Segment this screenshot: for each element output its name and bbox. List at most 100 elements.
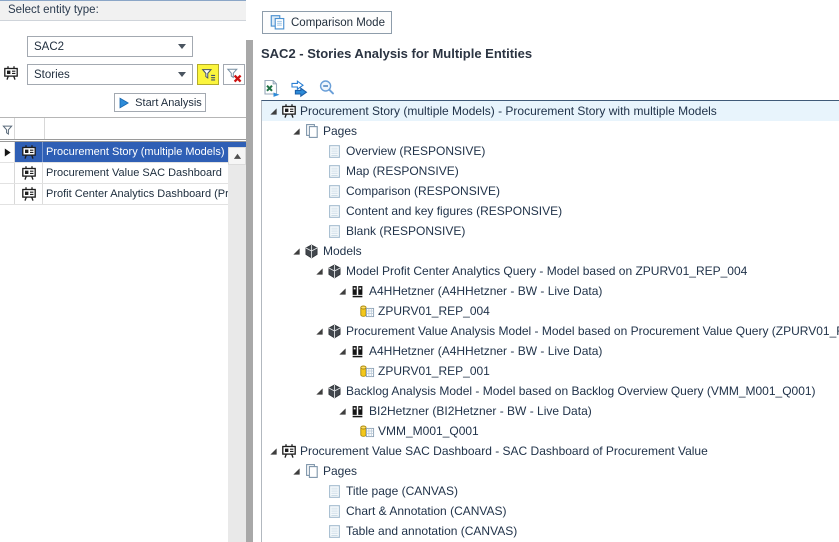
entity-row-label: Procurement Value SAC Dashboard — [43, 167, 222, 179]
transfer-icon — [290, 79, 309, 98]
expander-icon[interactable] — [335, 344, 349, 358]
story-icon — [15, 163, 43, 183]
expander-icon[interactable] — [266, 104, 280, 118]
export-excel-icon — [262, 79, 281, 98]
zoom-out-icon — [318, 79, 336, 97]
list-scrollbar[interactable] — [228, 147, 246, 542]
start-analysis-label: Start Analysis — [135, 97, 202, 109]
expander-icon[interactable] — [312, 384, 326, 398]
expander-spacer — [312, 224, 326, 238]
tree-item[interactable]: Map (RESPONSIVE) — [262, 161, 839, 181]
tree-item[interactable]: Chart & Annotation (CANVAS) — [262, 501, 839, 521]
scroll-up-button[interactable] — [228, 147, 246, 165]
filter-edit-button[interactable] — [197, 64, 219, 85]
tree-item[interactable]: VMM_M001_Q001 — [262, 421, 839, 441]
row-indicator — [0, 142, 15, 162]
expander-icon[interactable] — [289, 464, 303, 478]
filter-funnel-icon[interactable] — [0, 118, 15, 139]
page-icon — [326, 183, 343, 199]
filter-edit-icon — [201, 67, 216, 82]
tree-item[interactable]: Procurement Value SAC Dashboard - SAC Da… — [262, 441, 839, 461]
expander-spacer — [312, 164, 326, 178]
query-icon — [358, 423, 375, 439]
tree-item-label: Map (RESPONSIVE) — [346, 164, 459, 178]
tree-item-label: A4HHetzner (A4HHetzner - BW - Live Data) — [369, 284, 602, 298]
expander-spacer — [312, 484, 326, 498]
tree-item-label: Pages — [323, 124, 357, 138]
comparison-mode-button[interactable]: Comparison Mode — [262, 11, 392, 34]
entity-list: Procurement Story (multiple Models) Procu… — [0, 118, 246, 205]
query-icon — [358, 363, 375, 379]
tree-item[interactable]: Blank (RESPONSIVE) — [262, 221, 839, 241]
tree-item[interactable]: ZPURV01_REP_001 — [262, 361, 839, 381]
page-icon — [326, 143, 343, 159]
tree-item[interactable]: BI2Hetzner (BI2Hetzner - BW - Live Data) — [262, 401, 839, 421]
tree-item-label: Procurement Value Analysis Model - Model… — [346, 324, 839, 338]
entity-list-row[interactable]: Procurement Story (multiple Models) — [0, 142, 246, 163]
model-icon — [326, 263, 343, 279]
page-icon — [326, 523, 343, 539]
filter-cell[interactable] — [15, 118, 45, 139]
entity-type-value: SAC2 — [34, 41, 64, 53]
model-icon — [326, 383, 343, 399]
query-icon — [358, 303, 375, 319]
pages-icon — [303, 123, 320, 139]
entity-list-row[interactable]: Profit Center Analytics Dashboard (Pr — [0, 184, 246, 205]
panel-splitter[interactable] — [246, 40, 253, 542]
tree-item[interactable]: Title page (CANVAS) — [262, 481, 839, 501]
tree-item-label: A4HHetzner (A4HHetzner - BW - Live Data) — [369, 344, 602, 358]
expander-spacer — [312, 204, 326, 218]
tree-item-label: VMM_M001_Q001 — [378, 424, 479, 438]
tree-item-label: Overview (RESPONSIVE) — [346, 144, 485, 158]
tree-item[interactable]: Pages — [262, 121, 839, 141]
tree-item-label: ZPURV01_REP_001 — [378, 364, 490, 378]
expander-icon[interactable] — [312, 324, 326, 338]
start-analysis-button[interactable]: Start Analysis — [114, 93, 206, 112]
tree-item[interactable]: ZPURV01_REP_004 — [262, 301, 839, 321]
tree-item[interactable]: Models — [262, 241, 839, 261]
tree-item-label: BI2Hetzner (BI2Hetzner - BW - Live Data) — [369, 404, 592, 418]
expander-icon[interactable] — [335, 284, 349, 298]
tree-item-label: Chart & Annotation (CANVAS) — [346, 504, 507, 518]
analysis-tree: Procurement Story (multiple Models) - Pr… — [261, 100, 839, 542]
export-excel-button[interactable] — [261, 78, 281, 98]
expander-icon[interactable] — [266, 444, 280, 458]
tree-item[interactable]: Pages — [262, 461, 839, 481]
expander-icon[interactable] — [312, 264, 326, 278]
entity-type-combo[interactable]: SAC2 — [27, 36, 193, 57]
expander-icon[interactable] — [335, 404, 349, 418]
pages-icon — [303, 463, 320, 479]
grid-filter-row[interactable] — [0, 118, 246, 142]
play-icon — [118, 97, 130, 109]
chevron-down-icon — [178, 44, 186, 49]
tree-item[interactable]: A4HHetzner (A4HHetzner - BW - Live Data) — [262, 281, 839, 301]
expander-spacer — [312, 184, 326, 198]
object-type-combo[interactable]: Stories — [27, 64, 193, 85]
tree-item[interactable]: Overview (RESPONSIVE) — [262, 141, 839, 161]
tree-item[interactable]: Procurement Value Analysis Model - Model… — [262, 321, 839, 341]
tree-item[interactable]: A4HHetzner (A4HHetzner - BW - Live Data) — [262, 341, 839, 361]
page-icon — [326, 483, 343, 499]
tree-item[interactable]: Backlog Analysis Model - Model based on … — [262, 381, 839, 401]
row-indicator — [0, 184, 15, 204]
zoom-out-button[interactable] — [317, 78, 337, 98]
expander-spacer — [312, 144, 326, 158]
expander-icon[interactable] — [289, 124, 303, 138]
tree-item[interactable]: Comparison (RESPONSIVE) — [262, 181, 839, 201]
transfer-button[interactable] — [289, 78, 309, 98]
page-icon — [326, 503, 343, 519]
expander-spacer — [312, 504, 326, 518]
tree-item[interactable]: Procurement Story (multiple Models) - Pr… — [262, 101, 839, 121]
entity-controls: SAC2 Stories Start Analysis — [0, 21, 246, 118]
expander-icon[interactable] — [289, 244, 303, 258]
tree-item[interactable]: Table and annotation (CANVAS) — [262, 521, 839, 541]
tree-item-label: Content and key figures (RESPONSIVE) — [346, 204, 562, 218]
story-icon — [15, 184, 43, 204]
tree-item[interactable]: Model Profit Center Analytics Query - Mo… — [262, 261, 839, 281]
row-indicator — [0, 163, 15, 183]
entity-list-row[interactable]: Procurement Value SAC Dashboard — [0, 163, 246, 184]
page-icon — [326, 163, 343, 179]
clear-filter-button[interactable] — [223, 64, 245, 85]
tree-item-label: Procurement Value SAC Dashboard - SAC Da… — [300, 444, 708, 458]
tree-item[interactable]: Content and key figures (RESPONSIVE) — [262, 201, 839, 221]
